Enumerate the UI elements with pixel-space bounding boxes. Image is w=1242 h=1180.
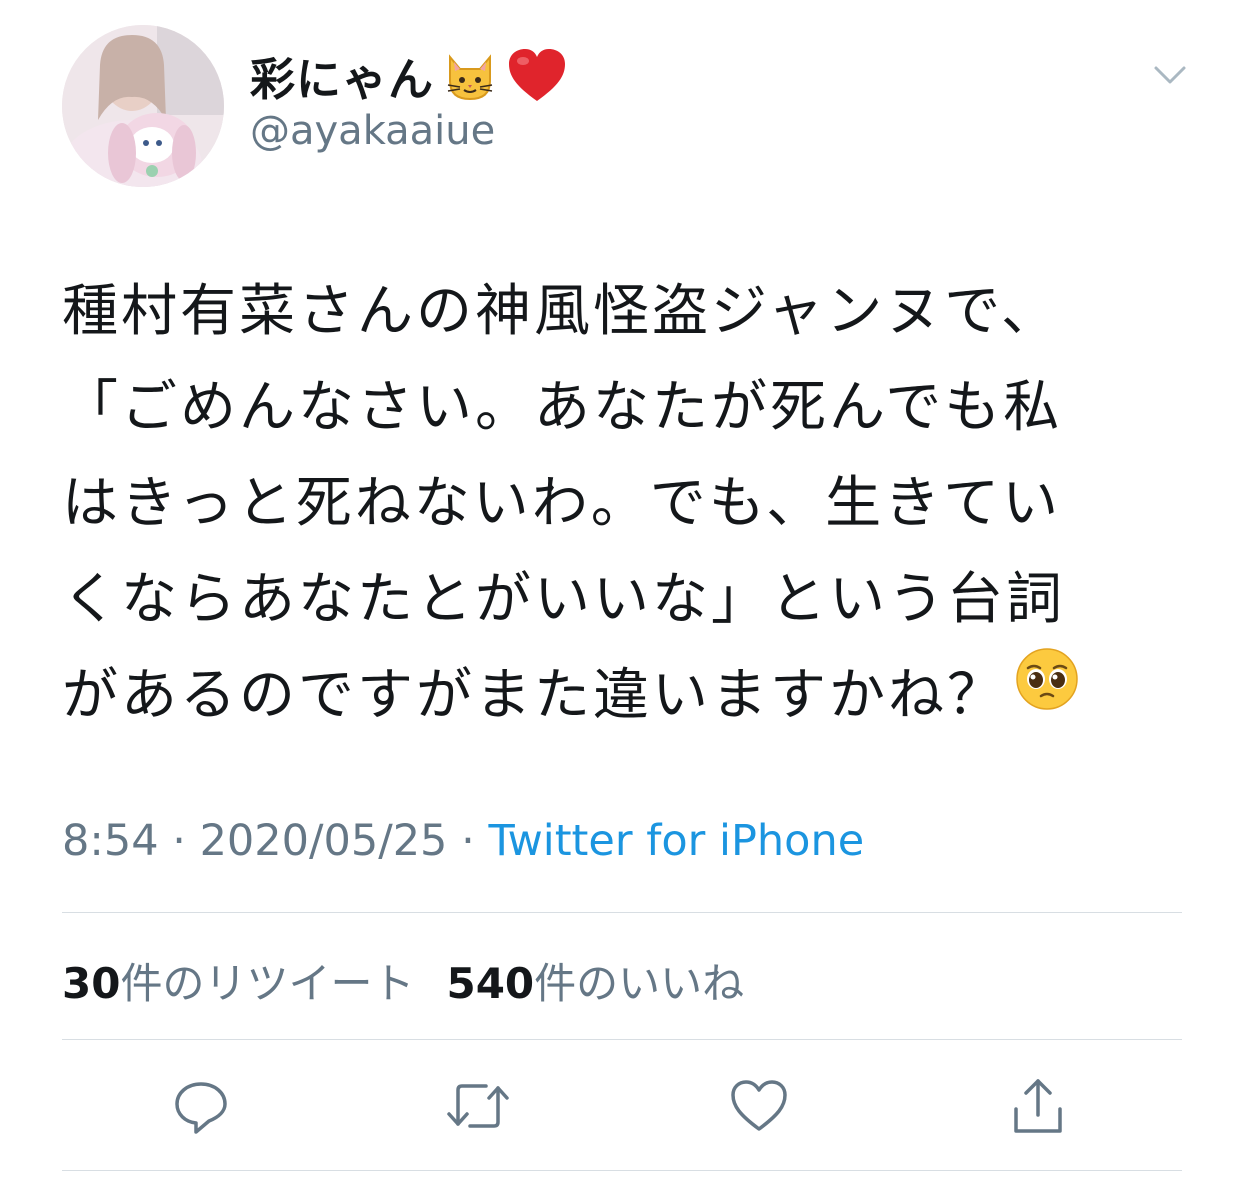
like-count: 540	[446, 959, 535, 1008]
action-bar	[0, 1076, 1242, 1140]
retweet-stat[interactable]: 30件のリツイート	[62, 950, 414, 1011]
like-button[interactable]	[727, 1076, 791, 1140]
like-heart-icon	[728, 1077, 790, 1139]
reply-button[interactable]	[169, 1076, 233, 1140]
tweet-source-link[interactable]: Twitter for iPhone	[488, 816, 864, 866]
tweet-line: があるのですがまた違いますかね？	[62, 663, 1006, 728]
tweet-meta: 8:54 · 2020/05/25 · Twitter for iPhone	[62, 816, 864, 866]
avatar[interactable]	[62, 25, 224, 187]
retweet-button[interactable]	[446, 1076, 510, 1140]
tweet-line: 「ごめんなさい。あなたが死んでも私	[62, 375, 1063, 440]
tweet-line: 種村有菜さんの神風怪盗ジャンヌで、	[62, 279, 1060, 344]
tweet-line-last: があるのですがまた違いますかね？	[62, 648, 1182, 744]
display-name[interactable]: 彩にゃん	[250, 42, 568, 108]
tweet-stats: 30件のリツイート 540件のいいね	[62, 950, 744, 1011]
tweet-text: 種村有菜さんの神風怪盗ジャンヌで、 「ごめんなさい。あなたが死んでも私 はきっと…	[62, 264, 1182, 744]
share-icon	[1008, 1075, 1068, 1141]
pleading-face-icon	[1014, 646, 1080, 742]
divider	[62, 1170, 1182, 1171]
retweet-icon	[446, 1076, 510, 1140]
tweet-time: 8:54	[62, 816, 159, 866]
display-name-text: 彩にゃん	[250, 52, 435, 106]
avatar-photo	[62, 25, 224, 187]
like-stat[interactable]: 540件のいいね	[446, 950, 744, 1011]
reply-icon	[171, 1076, 231, 1140]
like-label: 件のいいね	[534, 959, 745, 1008]
meta-separator: ·	[447, 816, 489, 866]
tweet-date: 2020/05/25	[199, 816, 448, 866]
retweet-count: 30	[62, 959, 121, 1008]
tweet-line: くならあなたとがいいな」という台詞	[62, 567, 1065, 632]
user-handle[interactable]: @ayakaaiue	[250, 108, 495, 154]
chevron-down-icon[interactable]	[1150, 56, 1190, 96]
tweet-line: はきっと死ねないわ。でも、生きてい	[62, 471, 1062, 536]
red-heart-icon	[506, 46, 568, 104]
share-button[interactable]	[1006, 1076, 1070, 1140]
retweet-label: 件のリツイート	[120, 959, 415, 1008]
divider	[62, 912, 1182, 913]
divider	[62, 1039, 1182, 1040]
meta-separator: ·	[158, 816, 200, 866]
cat-face-icon	[442, 47, 498, 103]
